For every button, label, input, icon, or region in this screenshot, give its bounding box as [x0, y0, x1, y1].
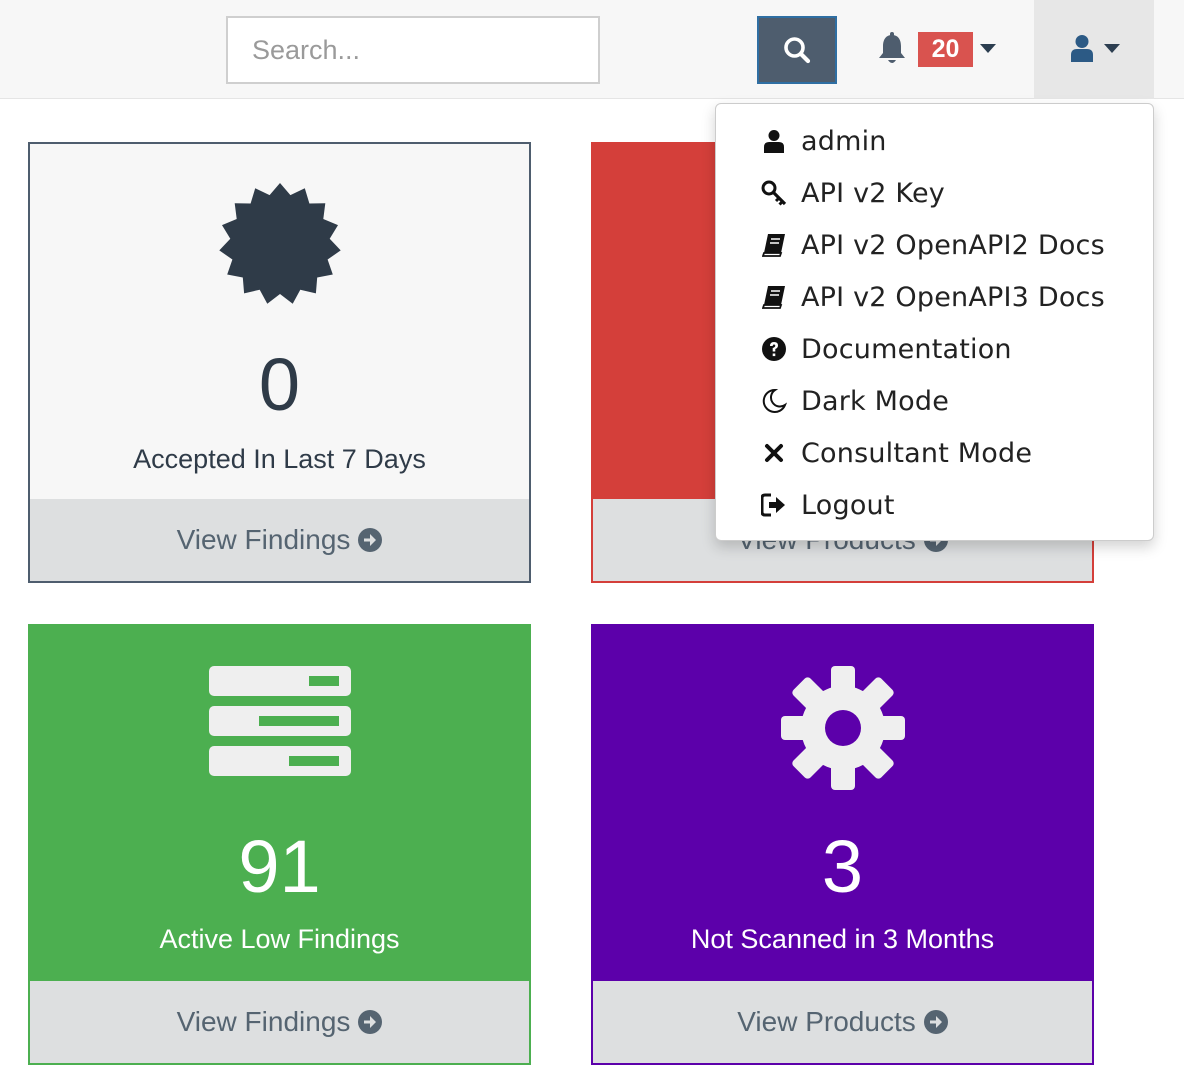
card-accepted-last-7-days: 0 Accepted In Last 7 Days View Findings [28, 142, 531, 583]
dropdown-item-openapi3-docs[interactable]: API v2 OpenAPI3 Docs [716, 271, 1153, 323]
dropdown-item-consultant-mode[interactable]: Consultant Mode [716, 427, 1153, 479]
card-not-scanned-3-months: 3 Not Scanned in 3 Months View Products [591, 624, 1094, 1065]
user-menu-toggle[interactable] [1034, 0, 1154, 99]
user-icon [764, 130, 784, 153]
book-icon [762, 234, 785, 257]
dropdown-item-label: API v2 OpenAPI3 Docs [801, 281, 1105, 313]
dropdown-item-openapi2-docs[interactable]: API v2 OpenAPI2 Docs [716, 219, 1153, 271]
dropdown-item-api-key[interactable]: API v2 Key [716, 167, 1153, 219]
notifications-chevron-down-icon[interactable] [980, 44, 996, 53]
search-icon [784, 37, 811, 64]
dropdown-item-admin[interactable]: admin [716, 115, 1153, 167]
dropdown-item-label: Logout [801, 489, 895, 521]
card-body: 3 Not Scanned in 3 Months [593, 626, 1092, 981]
dropdown-item-documentation[interactable]: Documentation [716, 323, 1153, 375]
view-findings-link[interactable]: View Findings [30, 499, 529, 581]
card-value: 0 [258, 343, 301, 426]
search-button[interactable] [757, 16, 837, 84]
gear-icon [780, 666, 905, 790]
card-value: 3 [821, 825, 864, 908]
user-icon [1071, 35, 1093, 62]
user-dropdown-menu: admin API v2 Key API v2 OpenAPI2 Docs AP… [715, 103, 1154, 541]
certificate-icon [218, 183, 341, 304]
question-circle-icon [762, 337, 786, 361]
view-products-link[interactable]: View Products [593, 981, 1092, 1063]
dropdown-item-dark-mode[interactable]: Dark Mode [716, 375, 1153, 427]
dropdown-item-logout[interactable]: Logout [716, 479, 1153, 531]
dropdown-item-label: admin [801, 125, 887, 157]
bell-icon[interactable] [876, 32, 908, 66]
card-active-low-findings: 91 Active Low Findings View Findings [28, 624, 531, 1065]
card-label: Accepted In Last 7 Days [133, 444, 426, 474]
card-body: 0 Accepted In Last 7 Days [30, 144, 529, 501]
list-icon [208, 666, 351, 776]
book-icon [762, 286, 785, 309]
dropdown-item-label: API v2 Key [801, 177, 945, 209]
top-navbar: 20 [0, 0, 1184, 99]
dropdown-item-label: Consultant Mode [801, 437, 1033, 469]
view-findings-link[interactable]: View Findings [30, 981, 529, 1063]
user-chevron-down-icon [1104, 44, 1120, 53]
moon-icon [762, 388, 787, 413]
key-icon [761, 180, 787, 206]
dropdown-item-label: Dark Mode [801, 385, 950, 417]
dropdown-item-label: Documentation [801, 333, 1012, 365]
arrow-circle-right-icon [923, 1010, 948, 1034]
sign-out-icon [761, 493, 785, 517]
search-input[interactable] [226, 16, 600, 84]
card-label: Not Scanned in 3 Months [690, 924, 995, 954]
close-icon [765, 444, 783, 462]
footer-label: View Findings [176, 524, 351, 555]
card-body: 91 Active Low Findings [30, 626, 529, 981]
footer-label: View Findings [176, 1006, 351, 1037]
dropdown-item-label: API v2 OpenAPI2 Docs [801, 229, 1105, 261]
arrow-circle-right-icon [358, 528, 383, 552]
notification-count-badge[interactable]: 20 [918, 32, 973, 67]
arrow-circle-right-icon [358, 1010, 383, 1034]
card-value: 91 [238, 825, 321, 908]
card-label: Active Low Findings [159, 924, 400, 954]
footer-label: View Products [737, 1006, 916, 1037]
